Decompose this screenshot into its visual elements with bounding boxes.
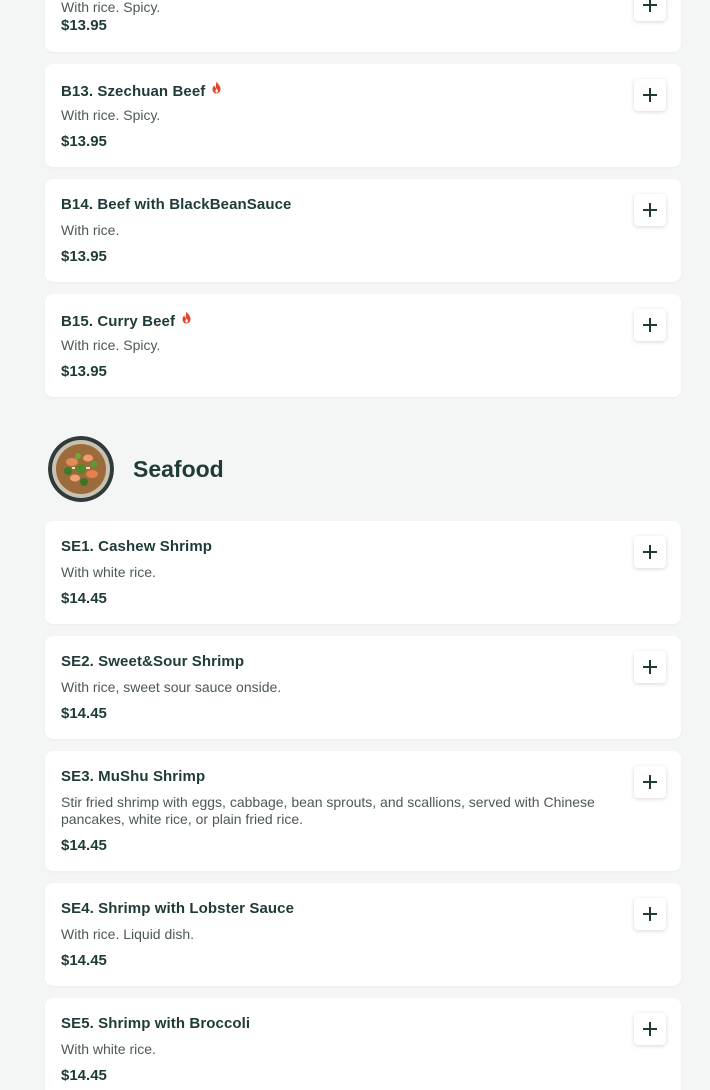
menu-item-card[interactable]: With rice. Spicy. $13.95 [45, 0, 681, 52]
item-title: SE4. Shrimp with Lobster Sauce [61, 900, 294, 917]
menu-item-card[interactable]: B14. Beef with BlackBeanSauce With rice.… [45, 179, 681, 282]
item-title-text: SE5. Shrimp with Broccoli [61, 1015, 251, 1032]
add-item-button[interactable] [634, 766, 666, 798]
item-title: B15. Curry Beef [61, 311, 192, 330]
item-price: $13.95 [61, 363, 107, 380]
plus-icon [643, 660, 657, 674]
item-price: $14.45 [61, 837, 107, 854]
item-title: B13. Szechuan Beef [61, 81, 222, 100]
add-item-button[interactable] [634, 309, 666, 341]
plus-icon [643, 545, 657, 559]
menu-item-card[interactable]: B13. Szechuan Beef With rice. Spicy. $13… [45, 64, 681, 167]
item-title-text: B14. Beef with BlackBeanSauce [61, 196, 292, 213]
item-price: $14.45 [61, 1067, 107, 1084]
item-description: With rice. Spicy. [61, 107, 161, 123]
item-title-text: SE1. Cashew Shrimp [61, 538, 213, 555]
add-item-button[interactable] [634, 898, 666, 930]
plus-icon [643, 0, 657, 12]
plus-icon [643, 907, 657, 921]
item-title-text: B13. Szechuan Beef [61, 83, 206, 100]
menu-item-card[interactable]: SE2. Sweet&Sour Shrimp With rice, sweet … [45, 636, 681, 739]
section-header-seafood: Seafood [48, 436, 448, 502]
menu-item-card[interactable]: SE5. Shrimp with Broccoli With white ric… [45, 998, 681, 1090]
item-description: With white rice. [61, 1041, 156, 1057]
item-title: B14. Beef with BlackBeanSauce [61, 196, 292, 213]
plus-icon [643, 88, 657, 102]
item-description: With rice, sweet sour sauce onside. [61, 679, 282, 695]
add-item-button[interactable] [634, 536, 666, 568]
menu-item-card[interactable]: SE1. Cashew Shrimp With white rice. $14.… [45, 521, 681, 624]
item-title: SE1. Cashew Shrimp [61, 538, 212, 555]
flame-icon [182, 311, 191, 324]
item-title-text: B15. Curry Beef [61, 313, 176, 330]
menu-item-card[interactable]: B15. Curry Beef With rice. Spicy. $13.95 [45, 294, 681, 397]
item-description: With white rice. [61, 564, 156, 580]
add-item-button[interactable] [634, 651, 666, 683]
plus-icon [643, 775, 657, 789]
item-title-text: SE2. Sweet&Sour Shrimp [61, 653, 245, 670]
menu-page: With rice. Spicy. $13.95 B13. Szechuan B… [0, 0, 710, 1090]
item-description: With rice. Liquid dish. [61, 926, 195, 942]
item-price: $14.45 [61, 705, 107, 722]
plus-icon [643, 1022, 657, 1036]
item-title-text: SE4. Shrimp with Lobster Sauce [61, 900, 295, 917]
item-price: $14.45 [61, 590, 107, 607]
item-price: $13.95 [61, 17, 107, 34]
item-title: SE5. Shrimp with Broccoli [61, 1015, 250, 1032]
add-item-button[interactable] [634, 1013, 666, 1045]
item-price: $14.45 [61, 952, 107, 969]
add-item-button[interactable] [634, 79, 666, 111]
add-item-button[interactable] [634, 194, 666, 226]
item-description: Stir fried shrimp with eggs, cabbage, be… [61, 794, 595, 827]
seafood-section-image [48, 436, 114, 502]
item-description: With rice. [61, 222, 120, 238]
item-price: $13.95 [61, 133, 107, 150]
item-description: With rice. Spicy. [61, 337, 161, 353]
menu-item-card[interactable]: SE3. MuShu Shrimp Stir fried shrimp with… [45, 751, 681, 871]
section-title: Seafood [133, 456, 224, 482]
menu-item-card[interactable]: SE4. Shrimp with Lobster Sauce With rice… [45, 883, 681, 986]
flame-icon [212, 81, 221, 94]
plus-icon [643, 203, 657, 217]
item-title-text: SE3. MuShu Shrimp [61, 768, 206, 785]
item-title: SE3. MuShu Shrimp [61, 768, 205, 785]
item-price: $13.95 [61, 248, 107, 265]
item-description: With rice. Spicy. [61, 0, 161, 15]
item-title: SE2. Sweet&Sour Shrimp [61, 653, 244, 670]
plus-icon [643, 318, 657, 332]
add-item-button[interactable] [634, 0, 666, 21]
